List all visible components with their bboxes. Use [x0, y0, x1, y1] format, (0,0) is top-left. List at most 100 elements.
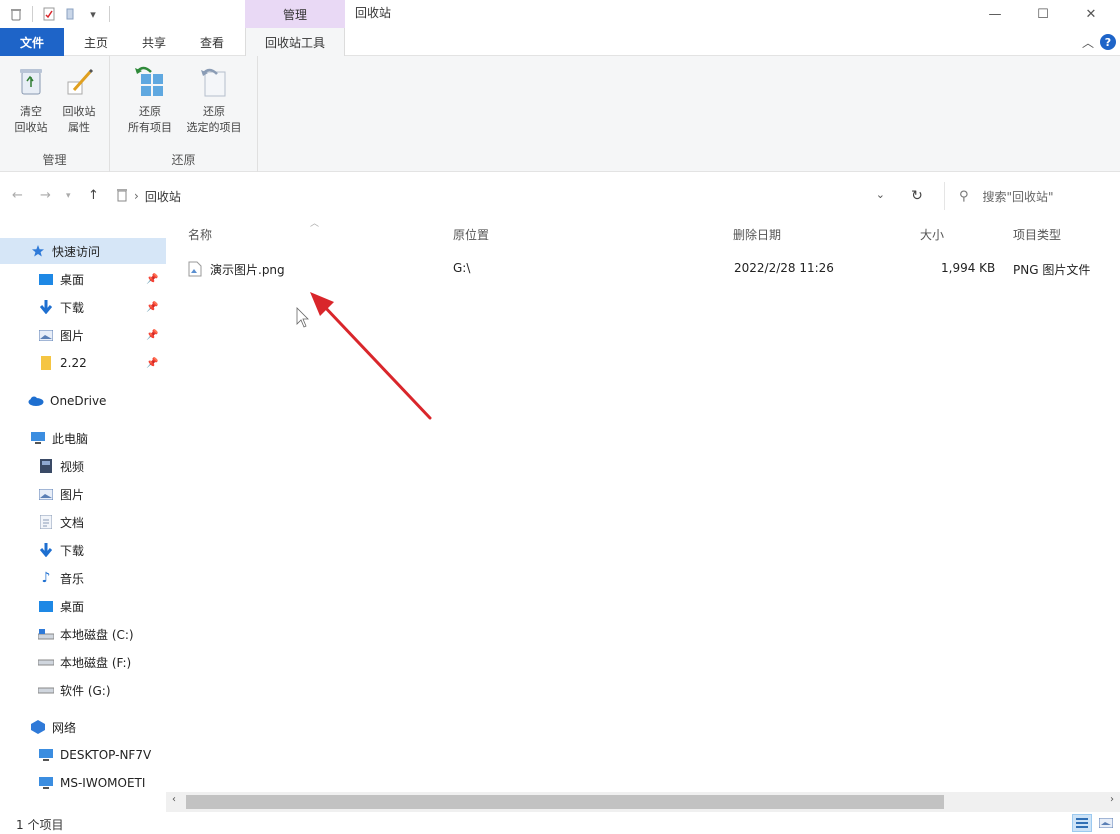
properties-check-icon[interactable]: [41, 6, 57, 22]
item-count: 1 个项目: [16, 818, 64, 832]
tab-recycle-bin-tools[interactable]: 回收站工具: [245, 28, 345, 56]
search-input[interactable]: ⚲ 搜索"回收站": [944, 182, 1116, 210]
column-header-size[interactable]: 大小: [920, 226, 944, 243]
breadcrumb[interactable]: 回收站: [145, 188, 181, 205]
sidebar-item-pc-pictures[interactable]: 图片: [0, 481, 166, 507]
column-header-name[interactable]: 名称: [188, 226, 212, 243]
computer-icon: [30, 431, 46, 445]
tab-file[interactable]: 文件: [0, 28, 64, 56]
sidebar-item-folder-2-22[interactable]: 2.22 📌: [0, 350, 166, 376]
sidebar-item-videos[interactable]: 视频: [0, 453, 166, 479]
sidebar-item-pictures[interactable]: 图片 📌: [0, 322, 166, 348]
download-arrow-icon: [38, 300, 54, 314]
sidebar-item-drive-c[interactable]: 本地磁盘 (C:): [0, 621, 166, 647]
address-dropdown-chevron-icon[interactable]: ⌄: [876, 188, 885, 201]
empty-recycle-bin-button[interactable]: 清空 回收站: [6, 64, 56, 136]
forward-arrow-icon[interactable]: →: [40, 188, 51, 203]
table-row[interactable]: 演示图片.png G:\ 2022/2/28 11:26 1,994 KB PN…: [182, 258, 1120, 280]
up-arrow-icon[interactable]: ↑: [88, 188, 99, 203]
document-icon: [38, 515, 54, 529]
back-arrow-icon[interactable]: ←: [12, 188, 23, 203]
close-icon[interactable]: ✕: [1068, 0, 1114, 28]
new-folder-icon[interactable]: [63, 6, 79, 22]
restore-all-button[interactable]: 还原 所有项目: [120, 64, 180, 136]
file-list: ︿ 名称 原位置 删除日期 大小 项目类型 演示图片.png G:\ 2022/…: [166, 219, 1120, 792]
restore-all-icon: [133, 64, 167, 98]
ribbon-group-manage: 清空 回收站 回收站 属性 管理: [0, 56, 110, 172]
sort-caret-icon: ︿: [310, 219, 320, 229]
computer-icon: [38, 776, 54, 790]
large-icons-view-icon[interactable]: [1096, 814, 1116, 832]
download-arrow-icon: [38, 543, 54, 557]
ribbon-tabs: 文件 主页 共享 查看 回收站工具 ︿ ?: [0, 28, 1120, 56]
star-icon: [30, 244, 46, 258]
ribbon: 清空 回收站 回收站 属性 管理 还原 所有项目 还原 选定的项目 还原: [0, 56, 1120, 172]
pin-icon[interactable]: 📌: [146, 302, 158, 313]
sidebar-item-label: 2.22: [60, 356, 87, 370]
pin-icon[interactable]: 📌: [146, 358, 158, 369]
recent-locations-chevron-icon[interactable]: ▾: [66, 191, 71, 201]
sidebar-item-label: 视频: [60, 459, 85, 474]
sidebar-item-label: 图片: [60, 328, 85, 343]
minimize-icon[interactable]: —: [972, 0, 1018, 28]
file-type: PNG 图片文件: [1013, 263, 1091, 277]
pin-icon[interactable]: 📌: [146, 330, 158, 341]
customize-qat-chevron-icon[interactable]: ▾: [85, 6, 101, 22]
sidebar-item-label: 本地磁盘 (F:): [60, 655, 132, 670]
drive-icon: [38, 683, 54, 697]
sidebar-item-ms-iwomoeti[interactable]: MS-IWOMOETI: [0, 770, 166, 796]
column-header-original-location[interactable]: 原位置: [453, 226, 489, 243]
file-date-deleted: 2022/2/28 11:26: [734, 261, 834, 275]
column-header-date-deleted[interactable]: 删除日期: [733, 226, 781, 243]
sidebar-item-quick-access[interactable]: 快速访问: [0, 238, 166, 264]
details-view-icon[interactable]: [1072, 814, 1092, 832]
address-bar[interactable]: › 回收站 ⌄: [110, 182, 893, 210]
sidebar-item-label: 桌面: [60, 272, 85, 287]
help-icon[interactable]: ?: [1100, 34, 1116, 50]
sidebar-item-drive-f[interactable]: 本地磁盘 (F:): [0, 649, 166, 675]
scroll-right-arrow-icon[interactable]: ›: [1110, 794, 1114, 805]
sidebar-item-label: 此电脑: [52, 431, 89, 446]
sidebar-item-label: 桌面: [60, 599, 85, 614]
sidebar-item-network[interactable]: 网络: [0, 714, 166, 740]
breadcrumb-separator-icon: ›: [134, 189, 139, 203]
pictures-icon: [38, 328, 54, 342]
sidebar-item-label: 下载: [60, 543, 85, 558]
restore-selected-icon: [197, 64, 231, 98]
sidebar-item-music[interactable]: ♪ 音乐: [0, 565, 166, 591]
search-placeholder: 搜索"回收站": [982, 189, 1054, 204]
sidebar-item-onedrive[interactable]: OneDrive: [0, 388, 166, 414]
sidebar-item-label: 快速访问: [52, 244, 101, 259]
sidebar-item-this-pc[interactable]: 此电脑: [0, 425, 166, 451]
sidebar-item-documents[interactable]: 文档: [0, 509, 166, 535]
tab-view[interactable]: 查看: [188, 28, 236, 56]
maximize-icon[interactable]: ☐: [1020, 0, 1066, 28]
search-icon: ⚲: [959, 188, 969, 204]
drive-c-icon: [38, 627, 54, 641]
tab-share[interactable]: 共享: [130, 28, 178, 56]
recycle-bin-small-icon: [8, 6, 24, 22]
sidebar-item-desktop-nf7v[interactable]: DESKTOP-NF7V: [0, 742, 166, 768]
sidebar-item-desktop[interactable]: 桌面 📌: [0, 266, 166, 292]
horizontal-scrollbar[interactable]: ‹ ›: [166, 792, 1120, 812]
status-bar: 1 个项目: [0, 812, 1120, 834]
column-header-item-type[interactable]: 项目类型: [1013, 226, 1061, 243]
recycle-bin-properties-button[interactable]: 回收站 属性: [54, 64, 104, 136]
tab-home[interactable]: 主页: [72, 28, 120, 56]
sidebar-item-downloads[interactable]: 下载 📌: [0, 294, 166, 320]
empty-recycle-bin-icon: [14, 64, 48, 98]
scrollbar-thumb[interactable]: [186, 795, 944, 809]
quick-access-toolbar: ▾: [8, 4, 112, 24]
pin-icon[interactable]: 📌: [146, 274, 158, 285]
collapse-ribbon-chevron-icon[interactable]: ︿: [1082, 34, 1094, 51]
folder-icon: [38, 356, 54, 370]
refresh-icon[interactable]: ↻: [903, 182, 931, 210]
restore-selected-button[interactable]: 还原 选定的项目: [176, 64, 252, 136]
file-name[interactable]: 演示图片.png: [210, 261, 285, 278]
sidebar-item-pc-desktop[interactable]: 桌面: [0, 593, 166, 619]
sidebar-item-pc-downloads[interactable]: 下载: [0, 537, 166, 563]
toolbar-divider: [32, 6, 33, 22]
sidebar-item-drive-g[interactable]: 软件 (G:): [0, 677, 166, 703]
scroll-left-arrow-icon[interactable]: ‹: [172, 794, 176, 805]
ribbon-group-restore: 还原 所有项目 还原 选定的项目 还原: [110, 56, 258, 172]
